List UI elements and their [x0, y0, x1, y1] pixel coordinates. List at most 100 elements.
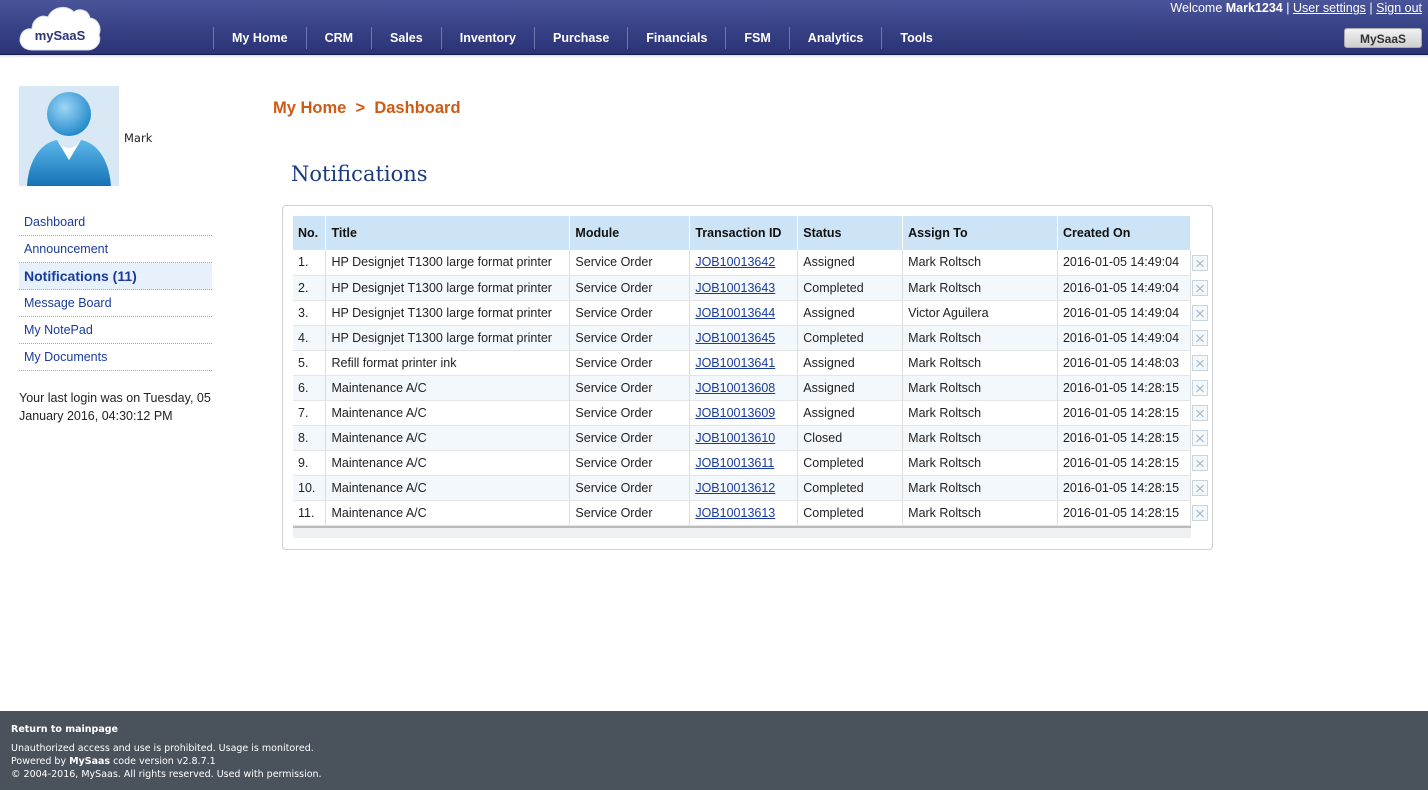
delete-notification-icon[interactable]: [1192, 405, 1208, 421]
cell-title: HP Designjet T1300 large format printer: [325, 275, 571, 301]
cell-title: HP Designjet T1300 large format printer: [325, 325, 571, 351]
nav-fsm[interactable]: FSM: [725, 27, 788, 49]
transaction-id-link[interactable]: JOB10013644: [695, 306, 775, 320]
cell-transaction-id: JOB10013642: [689, 250, 799, 276]
sidebar-item-my-notepad[interactable]: My NotePad: [19, 317, 212, 344]
transaction-id-link[interactable]: JOB10013643: [695, 281, 775, 295]
nav-my-home[interactable]: My Home: [213, 27, 306, 49]
breadcrumb-home[interactable]: My Home: [273, 99, 346, 117]
cell-created-on: 2016-01-05 14:28:15: [1057, 450, 1192, 476]
nav-tools[interactable]: Tools: [881, 27, 950, 49]
table-row[interactable]: 1. HP Designjet T1300 large format printe…: [293, 250, 1192, 276]
delete-notification-icon[interactable]: [1192, 505, 1208, 521]
cell-assign-to: Mark Roltsch: [902, 275, 1058, 301]
column-header-created-on[interactable]: Created On: [1057, 216, 1192, 250]
transaction-id-link[interactable]: JOB10013610: [695, 431, 775, 445]
breadcrumb: My Home > Dashboard: [273, 99, 461, 118]
cell-module: Service Order: [569, 275, 691, 301]
cell-title: HP Designjet T1300 large format printer: [325, 300, 571, 326]
mysaas-logo[interactable]: mySaaS: [18, 2, 102, 54]
transaction-id-link[interactable]: JOB10013641: [695, 356, 775, 370]
cell-module: Service Order: [569, 425, 691, 451]
footer-line-2: Powered by MySaas code version v2.8.7.1: [11, 755, 322, 768]
cell-transaction-id: JOB10013611: [689, 450, 799, 476]
transaction-id-link[interactable]: JOB10013609: [695, 406, 775, 420]
nav-inventory[interactable]: Inventory: [440, 27, 534, 49]
return-to-mainpage-link[interactable]: Return to mainpage: [11, 724, 118, 735]
nav-analytics[interactable]: Analytics: [788, 27, 882, 49]
table-row[interactable]: 7. Maintenance A/C Service Order JOB1001360…: [293, 400, 1192, 426]
user-settings-link[interactable]: User settings: [1293, 1, 1366, 15]
column-header-transaction-id[interactable]: Transaction ID: [689, 216, 799, 250]
column-header-status[interactable]: Status: [797, 216, 904, 250]
sidebar-item-dashboard[interactable]: Dashboard: [19, 209, 212, 236]
delete-notification-icon[interactable]: [1192, 480, 1208, 496]
delete-notification-icon[interactable]: [1192, 355, 1208, 371]
nav-financials[interactable]: Financials: [627, 27, 725, 49]
delete-notification-icon[interactable]: [1192, 430, 1208, 446]
cell-status: Assigned: [797, 375, 904, 401]
profile-name: Mark: [124, 131, 153, 145]
cell-created-on: 2016-01-05 14:48:03: [1057, 350, 1192, 376]
cell-transaction-id: JOB10013612: [689, 475, 799, 501]
nav-crm[interactable]: CRM: [305, 27, 371, 49]
table-row[interactable]: 9. Maintenance A/C Service Order JOB1001361…: [293, 450, 1192, 476]
cell-no: 6.: [293, 375, 327, 401]
cell-title: HP Designjet T1300 large format printer: [325, 250, 571, 276]
table-header-row: No. Title Module Transaction ID Status A…: [293, 216, 1192, 250]
separator: |: [1365, 1, 1377, 15]
table-row[interactable]: 3. HP Designjet T1300 large format printe…: [293, 300, 1192, 326]
transaction-id-link[interactable]: JOB10013612: [695, 481, 775, 495]
nav-purchase[interactable]: Purchase: [533, 27, 627, 49]
cell-created-on: 2016-01-05 14:28:15: [1057, 475, 1192, 501]
table-row[interactable]: 8. Maintenance A/C Service Order JOB1001361…: [293, 425, 1192, 451]
breadcrumb-current[interactable]: Dashboard: [374, 99, 460, 117]
delete-notification-icon[interactable]: [1192, 255, 1208, 271]
footer-version: code version v2.8.7.1: [110, 756, 216, 767]
cell-no: 8.: [293, 425, 327, 451]
transaction-id-link[interactable]: JOB10013611: [695, 456, 774, 470]
table-footer-bar: [293, 526, 1191, 538]
table-row[interactable]: 5. Refill format printer ink Service Order…: [293, 350, 1192, 376]
transaction-id-link[interactable]: JOB10013613: [695, 506, 775, 520]
transaction-id-link[interactable]: JOB10013642: [695, 255, 775, 269]
sidebar-item-message-board[interactable]: Message Board: [19, 290, 212, 317]
transaction-id-link[interactable]: JOB10013645: [695, 331, 775, 345]
column-header-assign-to[interactable]: Assign To: [902, 216, 1058, 250]
delete-notification-icon[interactable]: [1192, 280, 1208, 296]
cell-no: 4.: [293, 325, 327, 351]
column-header-module[interactable]: Module: [569, 216, 691, 250]
cell-module: Service Order: [569, 375, 691, 401]
sidebar-item-notifications[interactable]: Notifications (11): [19, 263, 212, 290]
cell-assign-to: Mark Roltsch: [902, 400, 1058, 426]
table-row[interactable]: 2. HP Designjet T1300 large format printe…: [293, 275, 1192, 301]
cell-created-on: 2016-01-05 14:28:15: [1057, 425, 1192, 451]
breadcrumb-separator: >: [355, 99, 366, 117]
sidebar-item-my-documents[interactable]: My Documents: [19, 344, 212, 371]
cell-assign-to: Mark Roltsch: [902, 475, 1058, 501]
mysaas-button[interactable]: MySaaS: [1344, 28, 1422, 48]
delete-notification-icon[interactable]: [1192, 305, 1208, 321]
sign-out-link[interactable]: Sign out: [1376, 1, 1422, 15]
table-row[interactable]: 10. Maintenance A/C Service Order JOB100136…: [293, 475, 1192, 501]
delete-notification-icon[interactable]: [1192, 380, 1208, 396]
column-header-title[interactable]: Title: [325, 216, 571, 250]
delete-notification-icon[interactable]: [1192, 330, 1208, 346]
delete-notification-icon[interactable]: [1192, 455, 1208, 471]
table-row[interactable]: 6. Maintenance A/C Service Order JOB1001360…: [293, 375, 1192, 401]
page-title: Notifications: [291, 162, 428, 186]
sidebar-item-announcement[interactable]: Announcement: [19, 236, 212, 263]
cell-module: Service Order: [569, 500, 691, 526]
cell-status: Completed: [797, 450, 904, 476]
nav-sales[interactable]: Sales: [371, 27, 441, 49]
cell-no: 3.: [293, 300, 327, 326]
cell-assign-to: Mark Roltsch: [902, 500, 1058, 526]
table-row[interactable]: 11. Maintenance A/C Service Order JOB100136…: [293, 500, 1192, 526]
sidebar-nav: Dashboard Announcement Notifications (11…: [19, 209, 212, 371]
transaction-id-link[interactable]: JOB10013608: [695, 381, 775, 395]
cell-created-on: 2016-01-05 14:49:04: [1057, 250, 1192, 276]
table-row[interactable]: 4. HP Designjet T1300 large format printe…: [293, 325, 1192, 351]
cell-status: Assigned: [797, 250, 904, 276]
column-header-no[interactable]: No.: [293, 216, 327, 250]
cell-created-on: 2016-01-05 14:49:04: [1057, 275, 1192, 301]
